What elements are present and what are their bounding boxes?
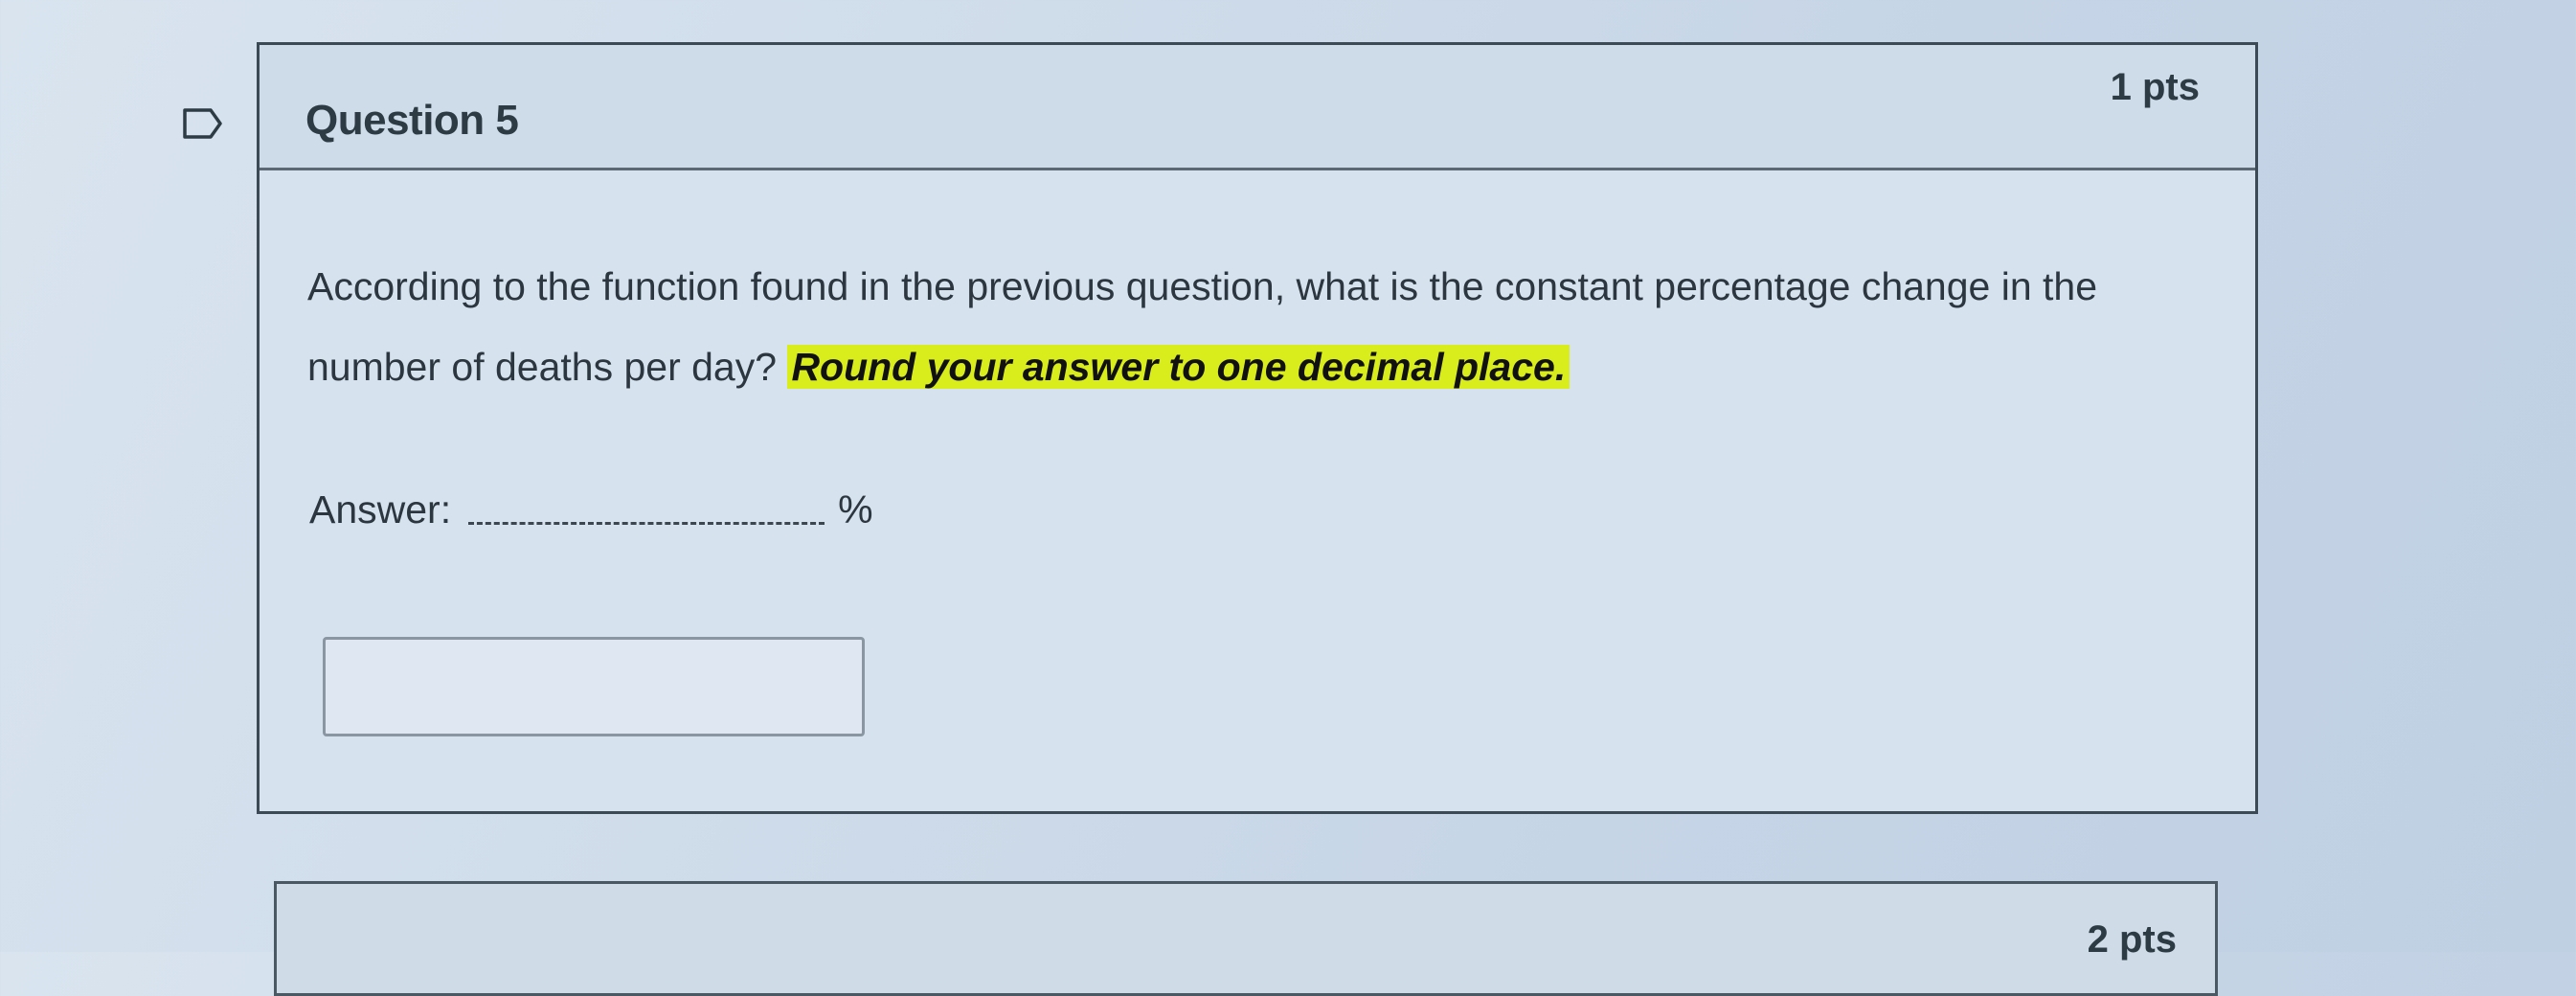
answer-blank <box>468 522 825 525</box>
question-card: Question 5 1 pts According to the functi… <box>257 42 2258 814</box>
question-text: According to the function found in the p… <box>307 246 2184 407</box>
question-title: Question 5 <box>305 97 519 144</box>
question-points: 1 pts <box>2110 66 2200 108</box>
question-header: Question 5 1 pts <box>260 45 2255 170</box>
answer-label: Answer: <box>309 487 452 532</box>
next-question-points: 2 pts <box>2087 918 2177 961</box>
question-text-highlight: Round your answer to one decimal place. <box>787 345 1570 389</box>
answer-line: Answer:% <box>309 487 873 532</box>
bookmark-flag-icon[interactable] <box>182 107 224 140</box>
next-question-card: 2 pts <box>274 881 2218 996</box>
answer-unit: % <box>838 487 873 532</box>
answer-input[interactable] <box>323 637 865 736</box>
